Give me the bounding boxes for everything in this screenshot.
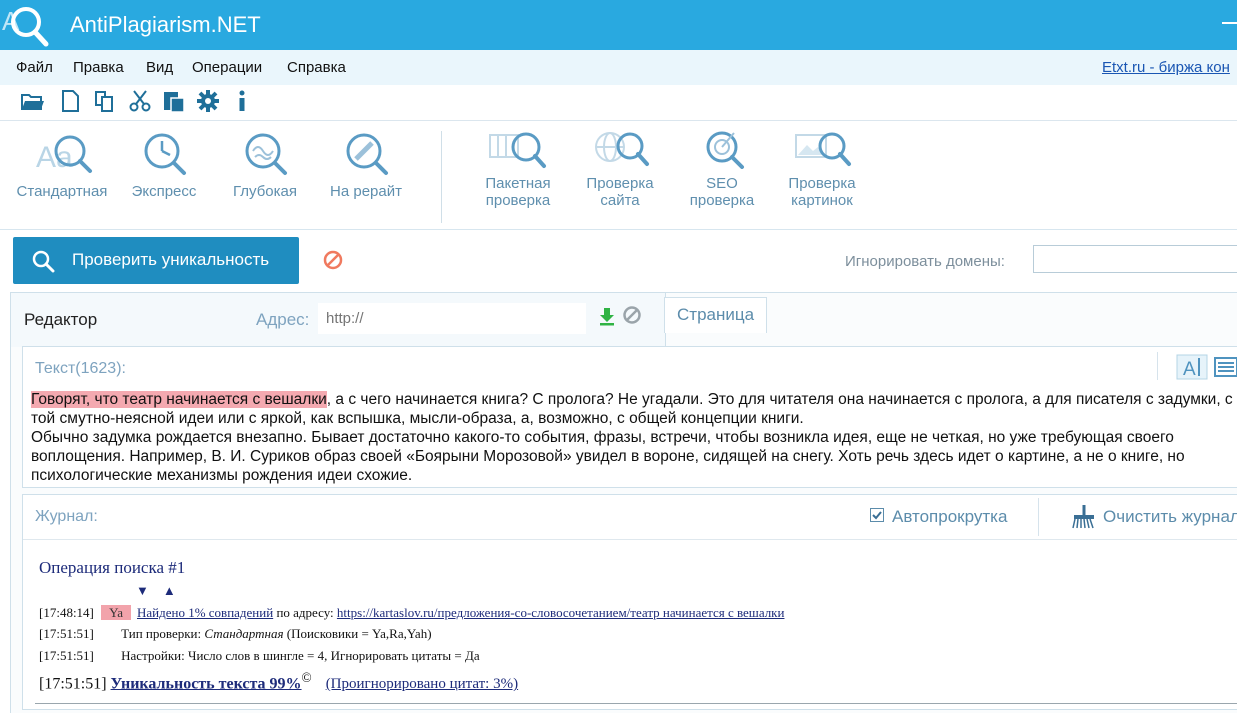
autoscroll-label[interactable]: Автопрокрутка [892, 507, 1007, 527]
mode-batch-label: Пакетная проверка [485, 175, 551, 209]
text-content[interactable]: Говорят, что театр начинается с вешалки,… [31, 390, 1237, 485]
info-icon[interactable] [230, 89, 254, 113]
modes-divider [441, 131, 442, 223]
log-time: [17:48:14] [39, 605, 94, 620]
download-icon[interactable] [597, 306, 617, 326]
log-settings: Настройки: Число слов в шингле = 4, Игно… [121, 648, 480, 663]
journal-arrows: ▼▲ [136, 583, 190, 598]
clear-journal-label[interactable]: Очистить журнал [1103, 507, 1237, 527]
seo-target-icon [706, 131, 744, 169]
mode-rewrite-label: На рерайт [330, 183, 402, 200]
check-uniqueness-label: Проверить уникальность [72, 250, 270, 269]
log-time: [17:51:51] [39, 626, 94, 641]
mode-rewrite[interactable]: На рерайт [327, 129, 405, 200]
text-list-icon[interactable] [1214, 356, 1237, 378]
mode-site[interactable]: Проверка сайта [580, 129, 660, 209]
uniqueness-result: [17:51:51] Уникальность текста 99%© (Прои… [39, 670, 518, 693]
app-title: AntiPlagiarism.NET [70, 12, 261, 37]
log-middle: по адресу: [273, 605, 337, 620]
mode-images-label: Проверка картинок [788, 175, 856, 209]
mode-express-label: Экспресс [131, 183, 197, 200]
app-logo-icon: A [2, 6, 49, 47]
open-folder-icon[interactable] [20, 89, 44, 113]
source-url-link[interactable]: https://kartaslov.ru/предложения-со-слов… [337, 605, 785, 620]
text-count-label: Текст(1623): [35, 360, 126, 377]
text-format-icon[interactable]: A [1176, 354, 1208, 380]
check-uniqueness-button[interactable]: Проверить уникальность [13, 237, 299, 284]
operation-title: Операция поиска #1 [39, 558, 186, 577]
menu-operations[interactable]: Операции [192, 59, 262, 76]
journal-header-divider [23, 539, 1237, 540]
batch-check-icon [489, 132, 546, 168]
image-check-icon [795, 132, 851, 166]
tab-editor-label: Редактор [24, 310, 98, 329]
settings-gear-icon[interactable] [196, 89, 220, 113]
ignored-quotes-link[interactable]: (Проигнорировано цитат: 3%) [326, 676, 518, 692]
check-type: Стандартная [204, 626, 284, 641]
mode-deep-label: Глубокая [233, 183, 297, 200]
mode-seo-label: SEO проверка [689, 175, 755, 209]
yandex-badge: Ya [101, 605, 131, 620]
log-line-1: [17:48:14] Ya Найдено 1% совпадений по ад… [39, 605, 784, 621]
paste-icon[interactable] [162, 89, 186, 113]
minimize-button[interactable] [1222, 22, 1237, 24]
copyright-mark: © [301, 670, 312, 685]
expand-up-icon[interactable]: ▲ [163, 583, 190, 598]
text-paragraph-1: Говорят, что театр начинается с вешалки,… [31, 390, 1237, 428]
address-label: Адрес: [256, 310, 310, 329]
menu-file[interactable]: Файл [16, 59, 53, 76]
etxt-link[interactable]: Etxt.ru - биржа кон [1102, 59, 1230, 76]
collapse-down-icon[interactable]: ▼ [136, 583, 163, 598]
svg-text:Aa: Aa [36, 141, 73, 174]
menu-edit[interactable]: Правка [73, 59, 124, 76]
text-icons-divider [1157, 352, 1158, 380]
menu-view[interactable]: Вид [146, 59, 173, 76]
uniqueness-link[interactable]: Уникальность текста 99% [111, 675, 302, 692]
ignore-domains-label: Игнорировать домены: [845, 253, 1005, 270]
ignore-domains-input[interactable] [1033, 245, 1237, 273]
mode-images[interactable]: Проверка картинок [782, 129, 862, 209]
menu-bar: Файл Правка Вид Операции Справка Etxt.ru… [0, 50, 1237, 85]
mode-seo[interactable]: SEO проверка [682, 129, 762, 209]
site-globe-icon [595, 132, 649, 166]
log-suffix: (Поисковики = Ya,Ra,Yah) [283, 626, 432, 641]
search-icon [32, 250, 55, 273]
highlighted-match: Говорят, что театр начинается с вешалки [31, 391, 327, 408]
log-time: [17:51:51] [39, 648, 94, 663]
express-clock-icon [144, 133, 186, 175]
svg-text:A: A [1183, 359, 1196, 380]
deep-check-icon [245, 133, 287, 175]
mode-batch[interactable]: Пакетная проверка [478, 129, 558, 209]
mode-express[interactable]: Экспресс [129, 129, 199, 200]
log-prefix: Тип проверки: [121, 626, 205, 641]
mode-standard[interactable]: Aa Стандартная [16, 129, 108, 200]
rewrite-pencil-icon [346, 133, 388, 175]
stop-icon[interactable] [322, 249, 344, 271]
new-file-icon[interactable] [58, 89, 82, 113]
journal-label: Журнал: [35, 508, 98, 525]
standard-mode-icon: Aa [36, 135, 92, 174]
mode-site-label: Проверка сайта [586, 175, 654, 209]
tab-page-label: Страница [677, 305, 755, 324]
autoscroll-checkbox[interactable] [870, 508, 884, 522]
cut-icon[interactable] [128, 89, 152, 113]
check-modes-panel: Aa Стандартная Экспресс Глубокая На рера… [0, 121, 1237, 230]
copy-icon[interactable] [93, 89, 117, 113]
toolbar [0, 85, 1237, 121]
journal-header-separator [1038, 498, 1039, 536]
log-line-3: [17:51:51] Настройки: Число слов в шингл… [39, 648, 480, 664]
text-paragraph-2: Обычно задумка рождается внезапно. Бывае… [31, 429, 1185, 484]
log-time: [17:51:51] [39, 675, 107, 693]
log-line-2: [17:51:51] Тип проверки: Стандартная (По… [39, 626, 432, 642]
mode-standard-label: Стандартная [16, 183, 108, 200]
broom-icon[interactable] [1068, 503, 1096, 529]
journal-bottom-divider [35, 703, 1237, 704]
matches-link[interactable]: Найдено 1% совпадений [137, 605, 273, 620]
mode-deep[interactable]: Глубокая [230, 129, 300, 200]
address-input[interactable] [318, 303, 586, 334]
clear-address-icon[interactable] [622, 305, 642, 325]
menu-help[interactable]: Справка [287, 59, 346, 76]
